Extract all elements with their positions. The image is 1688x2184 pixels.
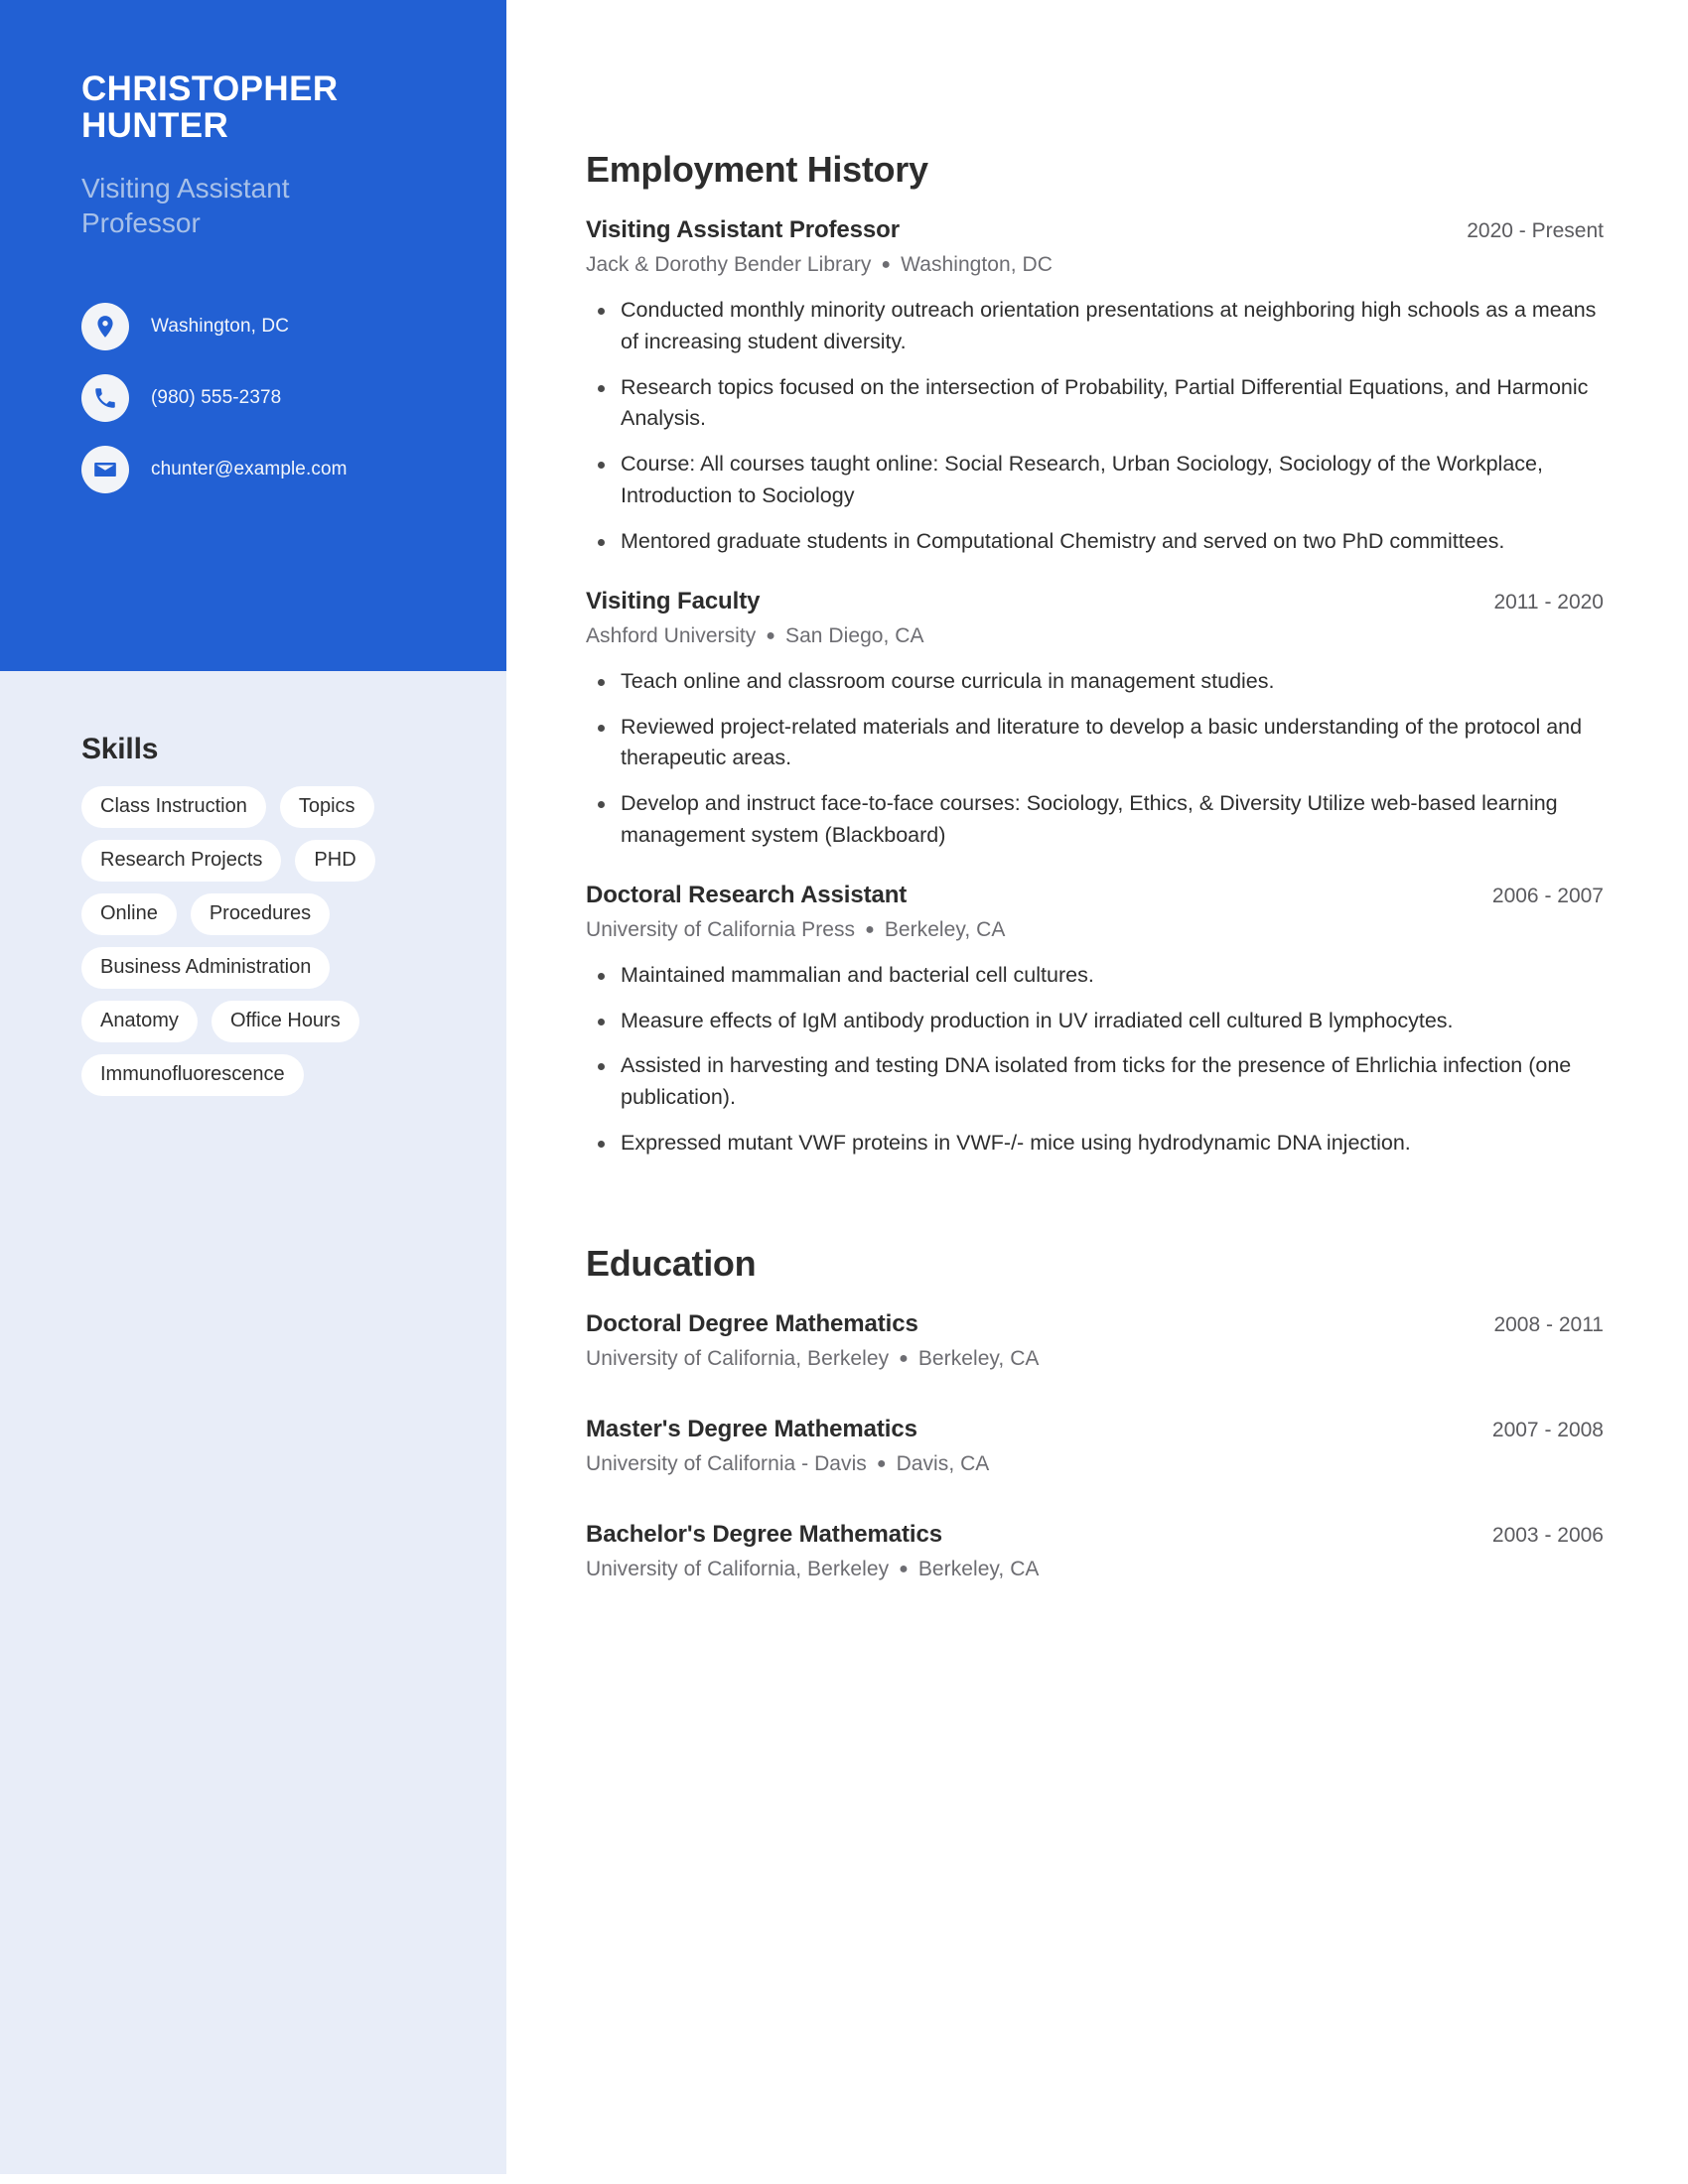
section-heading-education: Education bbox=[586, 1242, 757, 1284]
contact-item-email: chunter@example.com bbox=[81, 446, 447, 494]
separator-dot-icon: ● bbox=[899, 1560, 909, 1577]
contact-item-location: Washington, DC bbox=[81, 303, 447, 351]
skills-section: Skills Class Instruction Topics Research… bbox=[0, 671, 506, 1096]
job-bullet: Teach online and classroom course curric… bbox=[586, 666, 1604, 698]
job-title: Visiting Assistant Professor bbox=[586, 216, 900, 243]
job-location: Berkeley, CA bbox=[884, 917, 1006, 941]
degree-institution: University of California, Berkeley bbox=[586, 1346, 890, 1370]
candidate-role: Visiting Assistant Professor bbox=[81, 172, 290, 239]
employment-entry: Visiting Assistant Professor 2020 - Pres… bbox=[586, 216, 1604, 558]
job-title: Doctoral Research Assistant bbox=[586, 881, 908, 908]
job-bullet: Research topics focused on the intersect… bbox=[586, 372, 1604, 436]
job-bullet: Conducted monthly minority outreach orie… bbox=[586, 295, 1604, 358]
job-organization-location: Ashford University ● San Diego, CA bbox=[586, 624, 1604, 648]
job-location: Washington, DC bbox=[901, 253, 1053, 276]
degree-institution-location: University of California, Berkeley ● Berke… bbox=[586, 1558, 1604, 1581]
skill-tag[interactable]: PHD bbox=[295, 840, 375, 882]
degree-institution: University of California, Berkeley bbox=[586, 1557, 890, 1580]
job-bullet: Mentored graduate students in Computatio… bbox=[586, 526, 1604, 558]
contact-phone-text: (980) 555-2378 bbox=[151, 387, 282, 409]
contact-list: Washington, DC (980) 555-2378 chunter@ex… bbox=[81, 303, 447, 494]
degree-date-range: 2007 - 2008 bbox=[1491, 1418, 1604, 1441]
contact-email-text: chunter@example.com bbox=[151, 459, 348, 480]
separator-dot-icon: ● bbox=[881, 256, 892, 273]
candidate-name: CHRISTOPHER HUNTER bbox=[81, 69, 339, 145]
degree-institution-location: University of California, Berkeley ● Berke… bbox=[586, 1347, 1604, 1371]
entry-header: Visiting Faculty 2011 - 2020 bbox=[586, 588, 1604, 615]
sidebar: CHRISTOPHER HUNTER Visiting Assistant Pr… bbox=[0, 0, 506, 2174]
job-bullet-list: Maintained mammalian and bacterial cell … bbox=[586, 960, 1604, 1160]
job-date-range: 2020 - Present bbox=[1467, 219, 1604, 242]
separator-dot-icon: ● bbox=[766, 626, 776, 644]
degree-location: Davis, CA bbox=[896, 1451, 990, 1475]
job-organization-location: University of California Press ● Berkeley,… bbox=[586, 918, 1604, 942]
degree-institution-location: University of California - Davis ● Davis, … bbox=[586, 1452, 1604, 1476]
job-date-range: 2011 - 2020 bbox=[1493, 590, 1604, 614]
entry-header: Doctoral Degree Mathematics 2008 - 2011 bbox=[586, 1310, 1604, 1338]
job-bullet: Measure effects of IgM antibody producti… bbox=[586, 1006, 1604, 1037]
degree-institution: University of California - Davis bbox=[586, 1451, 867, 1475]
skill-tag[interactable]: Topics bbox=[279, 786, 374, 828]
degree-location: Berkeley, CA bbox=[917, 1557, 1040, 1580]
skill-tag[interactable]: Anatomy bbox=[81, 1001, 198, 1042]
employment-history-section: Employment History Visiting Assistant Pr… bbox=[586, 149, 1604, 1160]
job-bullet: Maintained mammalian and bacterial cell … bbox=[586, 960, 1604, 992]
job-bullet: Expressed mutant VWF proteins in VWF-/- … bbox=[586, 1128, 1604, 1160]
sidebar-header: CHRISTOPHER HUNTER Visiting Assistant Pr… bbox=[0, 0, 506, 671]
separator-dot-icon: ● bbox=[876, 1454, 887, 1472]
skill-tag[interactable]: Office Hours bbox=[211, 1001, 359, 1042]
contact-location-text: Washington, DC bbox=[151, 316, 290, 338]
degree-date-range: 2003 - 2006 bbox=[1491, 1523, 1604, 1547]
skill-tag[interactable]: Class Instruction bbox=[81, 786, 266, 828]
job-bullet-list: Teach online and classroom course curric… bbox=[586, 666, 1604, 852]
education-entry: Doctoral Degree Mathematics 2008 - 2011 … bbox=[586, 1310, 1604, 1371]
job-location: San Diego, CA bbox=[785, 623, 924, 647]
entry-header: Visiting Assistant Professor 2020 - Pres… bbox=[586, 216, 1604, 244]
resume-page: CHRISTOPHER HUNTER Visiting Assistant Pr… bbox=[0, 0, 1688, 2184]
skill-tag[interactable]: Online bbox=[81, 893, 177, 935]
job-bullet: Course: All courses taught online: Socia… bbox=[586, 449, 1604, 512]
degree-title: Bachelor's Degree Mathematics bbox=[586, 1520, 942, 1548]
section-heading-employment: Employment History bbox=[586, 149, 928, 190]
job-bullet: Reviewed project-related materials and l… bbox=[586, 712, 1604, 775]
entry-header: Bachelor's Degree Mathematics 2003 - 200… bbox=[586, 1521, 1604, 1549]
skill-tag[interactable]: Business Administration bbox=[81, 947, 331, 989]
main-content: Employment History Visiting Assistant Pr… bbox=[506, 0, 1688, 2184]
education-entry: Bachelor's Degree Mathematics 2003 - 200… bbox=[586, 1521, 1604, 1581]
envelope-icon bbox=[81, 446, 129, 494]
skill-tag[interactable]: Procedures bbox=[190, 893, 331, 935]
education-section: Education Doctoral Degree Mathematics 20… bbox=[586, 1243, 1604, 1581]
job-organization: Jack & Dorothy Bender Library bbox=[586, 253, 872, 276]
skills-title: Skills bbox=[81, 733, 159, 765]
job-bullet: Develop and instruct face-to-face course… bbox=[586, 788, 1604, 852]
entry-header: Doctoral Research Assistant 2006 - 2007 bbox=[586, 882, 1604, 909]
job-bullet-list: Conducted monthly minority outreach orie… bbox=[586, 295, 1604, 558]
separator-dot-icon: ● bbox=[865, 920, 875, 938]
contact-item-phone: (980) 555-2378 bbox=[81, 374, 447, 423]
location-pin-icon bbox=[81, 303, 129, 351]
employment-entry: Visiting Faculty 2011 - 2020 Ashford Uni… bbox=[586, 588, 1604, 852]
job-organization: University of California Press bbox=[586, 917, 856, 941]
degree-location: Berkeley, CA bbox=[917, 1346, 1040, 1370]
separator-dot-icon: ● bbox=[899, 1349, 909, 1367]
entry-header: Master's Degree Mathematics 2007 - 2008 bbox=[586, 1416, 1604, 1443]
job-date-range: 2006 - 2007 bbox=[1491, 884, 1604, 907]
skill-tag[interactable]: Immunofluorescence bbox=[81, 1054, 304, 1096]
skill-tag[interactable]: Research Projects bbox=[81, 840, 282, 882]
education-entry: Master's Degree Mathematics 2007 - 2008 … bbox=[586, 1416, 1604, 1476]
degree-title: Master's Degree Mathematics bbox=[586, 1415, 917, 1442]
job-title: Visiting Faculty bbox=[586, 587, 761, 614]
skills-tag-list: Class Instruction Topics Research Projec… bbox=[81, 786, 399, 1096]
degree-date-range: 2008 - 2011 bbox=[1493, 1312, 1604, 1336]
phone-icon bbox=[81, 374, 129, 423]
job-organization-location: Jack & Dorothy Bender Library ● Washington… bbox=[586, 253, 1604, 277]
job-bullet: Assisted in harvesting and testing DNA i… bbox=[586, 1050, 1604, 1114]
job-organization: Ashford University bbox=[586, 623, 757, 647]
degree-title: Doctoral Degree Mathematics bbox=[586, 1309, 918, 1337]
employment-entry: Doctoral Research Assistant 2006 - 2007 … bbox=[586, 882, 1604, 1160]
